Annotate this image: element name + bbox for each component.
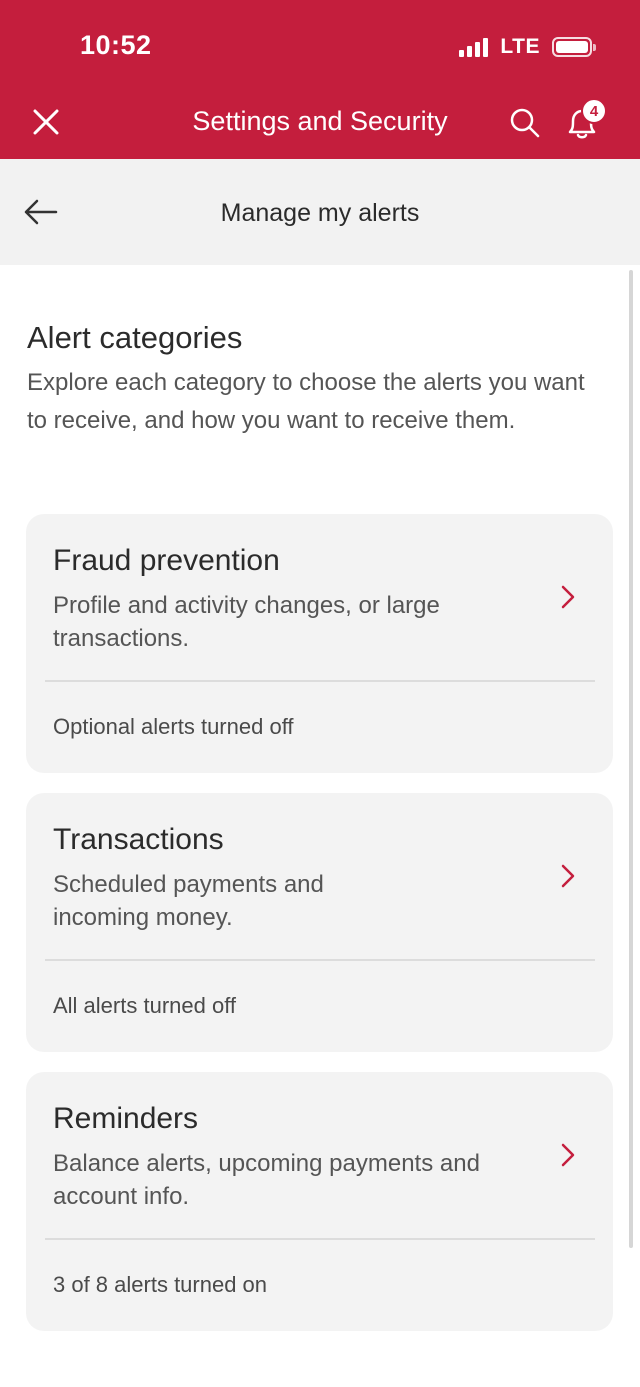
network-label: LTE (500, 35, 540, 58)
chevron-right-icon (561, 585, 575, 609)
card-title: Fraud prevention (53, 544, 280, 577)
card-title: Reminders (53, 1102, 199, 1135)
battery-icon (552, 37, 596, 57)
card-status: Optional alerts turned off (53, 714, 294, 739)
sub-header: Manage my alerts (0, 159, 640, 265)
scrollbar[interactable] (629, 270, 633, 1248)
status-time: 10:52 (80, 30, 152, 60)
search-icon (510, 108, 540, 138)
signal-icon (459, 37, 489, 57)
card-status: 3 of 8 alerts turned on (53, 1272, 268, 1297)
status-indicators: LTE (459, 34, 596, 60)
sub-header-title: Manage my alerts (220, 199, 420, 227)
section-title: Alert categories (27, 320, 243, 355)
card-divider (45, 959, 595, 961)
alert-category-card-reminders[interactable]: Reminders Balance alerts, upcoming payme… (26, 1072, 613, 1331)
card-divider (45, 1238, 595, 1240)
card-divider (45, 680, 595, 682)
alert-category-card-transactions[interactable]: Transactions Scheduled payments and inco… (26, 793, 613, 1052)
card-description: Scheduled payments and incoming money. (53, 871, 324, 931)
card-description: Balance alerts, upcoming payments and ac… (53, 1150, 480, 1210)
chevron-right-icon (561, 864, 575, 888)
card-status: All alerts turned off (53, 993, 237, 1018)
top-app-bar: 10:52 LTE Settings and Security 4 (0, 0, 640, 159)
card-description: Profile and activity changes, or large t… (53, 592, 440, 652)
page-title: Settings and Security (192, 106, 448, 136)
section-description: Explore each category to choose the aler… (27, 369, 585, 434)
search-button[interactable] (508, 106, 542, 140)
alert-category-card-fraud-prevention[interactable]: Fraud prevention Profile and activity ch… (26, 514, 613, 773)
notification-badge: 4 (581, 98, 607, 124)
chevron-right-icon (561, 1143, 575, 1167)
card-title: Transactions (53, 823, 224, 856)
